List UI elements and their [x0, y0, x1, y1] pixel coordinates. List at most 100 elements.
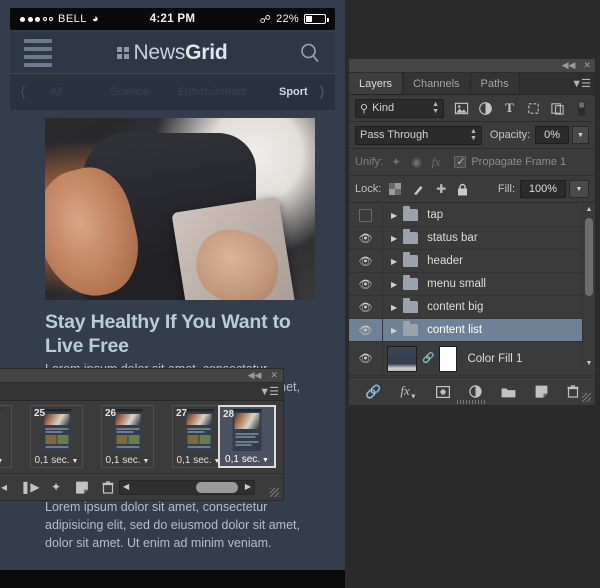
unify-position-icon[interactable]: ✦ — [391, 155, 401, 170]
frame-item[interactable]: 26 0,1 sec. ▼ — [101, 405, 154, 468]
select-first-frame-icon[interactable]: ◂ — [0, 480, 17, 494]
visibility-toggle[interactable]: 👁 — [349, 296, 383, 318]
close-panel-icon[interactable]: ✕ — [270, 370, 278, 381]
tab-layers[interactable]: Layers — [349, 73, 404, 94]
phone-bottom-bar — [0, 570, 345, 588]
layer-row-menu-small[interactable]: 👁 ▶ menu small — [349, 273, 595, 296]
scroll-left-icon[interactable]: ◀ — [123, 482, 129, 491]
scroll-right-icon[interactable]: ▶ — [245, 482, 251, 491]
panel-menu-icon[interactable]: ▼☰ — [571, 77, 591, 90]
folder-icon — [403, 206, 419, 221]
layer-row-header[interactable]: 👁 ▶ header — [349, 250, 595, 273]
scrollbar-thumb[interactable] — [196, 482, 238, 493]
lock-all-icon[interactable] — [457, 183, 468, 196]
expand-triangle-icon[interactable]: ▶ — [391, 303, 397, 312]
chevron-updown-icon: ▲ ▼ — [432, 101, 439, 115]
propagate-frame-checkbox[interactable] — [454, 155, 467, 168]
frame-item[interactable]: 2 sec.▼ — [0, 405, 12, 468]
link-mask-icon[interactable]: 🔗 — [422, 353, 434, 364]
expand-triangle-icon[interactable]: ▶ — [391, 326, 397, 335]
new-layer-icon[interactable] — [535, 385, 548, 398]
battery-percent-label: 22% — [276, 13, 299, 25]
frame-item-selected[interactable]: 28 0,1 sec. ▼ — [218, 405, 276, 468]
panel-menu-icon[interactable]: ▼☰ — [259, 385, 279, 398]
frame-delay[interactable]: 0,1 sec.▼ — [173, 455, 224, 466]
shape-layer-icon[interactable] — [526, 101, 541, 116]
layer-mask-icon[interactable] — [435, 385, 450, 398]
frame-item[interactable]: 25 0,1 sec. ▼ — [30, 405, 83, 468]
chevron-right-icon[interactable]: ⟩ — [319, 83, 325, 101]
collapse-panel-icon[interactable]: ◀◀ — [562, 60, 576, 71]
layer-row-content-list[interactable]: 👁 ▶ content list — [349, 319, 595, 342]
layer-list-scrollbar[interactable]: ▲ ▼ — [582, 204, 595, 369]
play-frame-icon[interactable]: ❚▶ — [17, 480, 43, 494]
layer-row-color-fill[interactable]: 👁 🔗 Color Fill 1 — [349, 342, 595, 376]
panel-grabber[interactable] — [457, 400, 487, 404]
unify-visibility-icon[interactable]: ◉ — [411, 155, 421, 170]
fill-value[interactable]: 100% — [520, 180, 566, 198]
resize-grip[interactable] — [582, 393, 591, 402]
expand-triangle-icon[interactable]: ▶ — [391, 280, 397, 289]
frame-delay[interactable]: 0,1 sec.▼ — [31, 455, 82, 466]
visibility-toggle[interactable]: 👁 — [349, 273, 383, 295]
layer-style-fx-icon[interactable]: fx▼ — [400, 383, 416, 401]
tab-sport[interactable]: Sport — [279, 86, 308, 98]
frame-number: 26 — [105, 408, 117, 419]
visibility-toggle[interactable]: 👁 — [349, 319, 383, 341]
layer-row-content-big[interactable]: 👁 ▶ content big — [349, 296, 595, 319]
close-panel-icon[interactable]: ✕ — [583, 60, 591, 71]
visibility-toggle[interactable]: 👁 — [349, 250, 383, 272]
scrollbar-thumb[interactable] — [585, 218, 593, 296]
scroll-down-icon[interactable]: ▼ — [583, 358, 595, 369]
filter-toggle-icon[interactable] — [574, 100, 589, 116]
lock-row: Lock: ✚ Fill: 100% ▼ — [349, 176, 595, 202]
filter-kind-select[interactable]: ⚲ Kind ▲ ▼ — [355, 98, 444, 118]
type-layer-icon[interactable]: T — [502, 100, 517, 116]
resize-grip[interactable] — [270, 488, 279, 497]
lock-position-icon[interactable]: ✚ — [436, 182, 446, 196]
frame-number: 28 — [223, 409, 235, 420]
smart-object-icon[interactable] — [550, 101, 565, 116]
opacity-value[interactable]: 0% — [535, 126, 569, 144]
frame-delay[interactable]: 0,1 sec.▼ — [220, 454, 274, 465]
blend-mode-value: Pass Through — [360, 129, 429, 141]
frame-delay[interactable]: 2 sec.▼ — [0, 455, 11, 466]
unify-style-icon[interactable]: fx — [432, 155, 441, 170]
tab-entertainment[interactable]: Entertainment — [178, 86, 246, 98]
frame-delay[interactable]: 0,1 sec.▼ — [102, 455, 153, 466]
timeline-scrollbar[interactable]: ◀ ▶ — [119, 480, 255, 495]
expand-triangle-icon[interactable]: ▶ — [391, 211, 397, 220]
pixel-layer-icon[interactable] — [454, 101, 469, 116]
expand-triangle-icon[interactable]: ▶ — [391, 257, 397, 266]
layer-row-status-bar[interactable]: 👁 ▶ status bar — [349, 227, 595, 250]
tab-all[interactable]: All — [50, 86, 62, 98]
adjustment-layer-icon[interactable] — [469, 385, 482, 398]
lock-transparency-icon[interactable] — [389, 183, 402, 195]
chevron-left-icon[interactable]: ⟨ — [20, 83, 26, 101]
layers-panel-titlebar: ◀◀ ✕ — [349, 59, 595, 73]
new-group-icon[interactable] — [501, 386, 516, 398]
visibility-toggle[interactable]: 👁 — [349, 227, 383, 249]
link-layers-icon[interactable]: 🔗 — [365, 384, 381, 400]
adjustment-layer-icon[interactable] — [478, 101, 493, 116]
duplicate-frame-icon[interactable] — [69, 481, 95, 494]
blend-mode-select[interactable]: Pass Through ▲ ▼ — [355, 125, 482, 145]
scroll-up-icon[interactable]: ▲ — [583, 204, 595, 215]
tab-channels[interactable]: Channels — [403, 73, 471, 94]
phone-status-bar: BELL ◕ 4:21 PM ☍ 22% — [10, 8, 335, 30]
collapse-panel-icon[interactable]: ◀◀ — [248, 370, 262, 381]
tab-paths[interactable]: Paths — [470, 73, 520, 94]
tab-science[interactable]: Science — [110, 86, 149, 98]
delete-frame-icon[interactable] — [95, 480, 121, 494]
brand-light-text: News — [133, 40, 186, 64]
expand-triangle-icon[interactable]: ▶ — [391, 234, 397, 243]
layer-row-tap[interactable]: ▶ tap — [349, 204, 595, 227]
search-icon[interactable] — [299, 42, 321, 64]
tween-frames-icon[interactable]: ✦ — [43, 480, 69, 494]
fill-dropdown-icon[interactable]: ▼ — [569, 180, 589, 198]
visibility-toggle[interactable] — [349, 204, 383, 226]
delete-layer-icon[interactable] — [567, 385, 579, 398]
lock-image-icon[interactable] — [412, 183, 425, 196]
opacity-dropdown-icon[interactable]: ▼ — [571, 126, 589, 144]
visibility-toggle[interactable]: 👁 — [349, 342, 383, 375]
